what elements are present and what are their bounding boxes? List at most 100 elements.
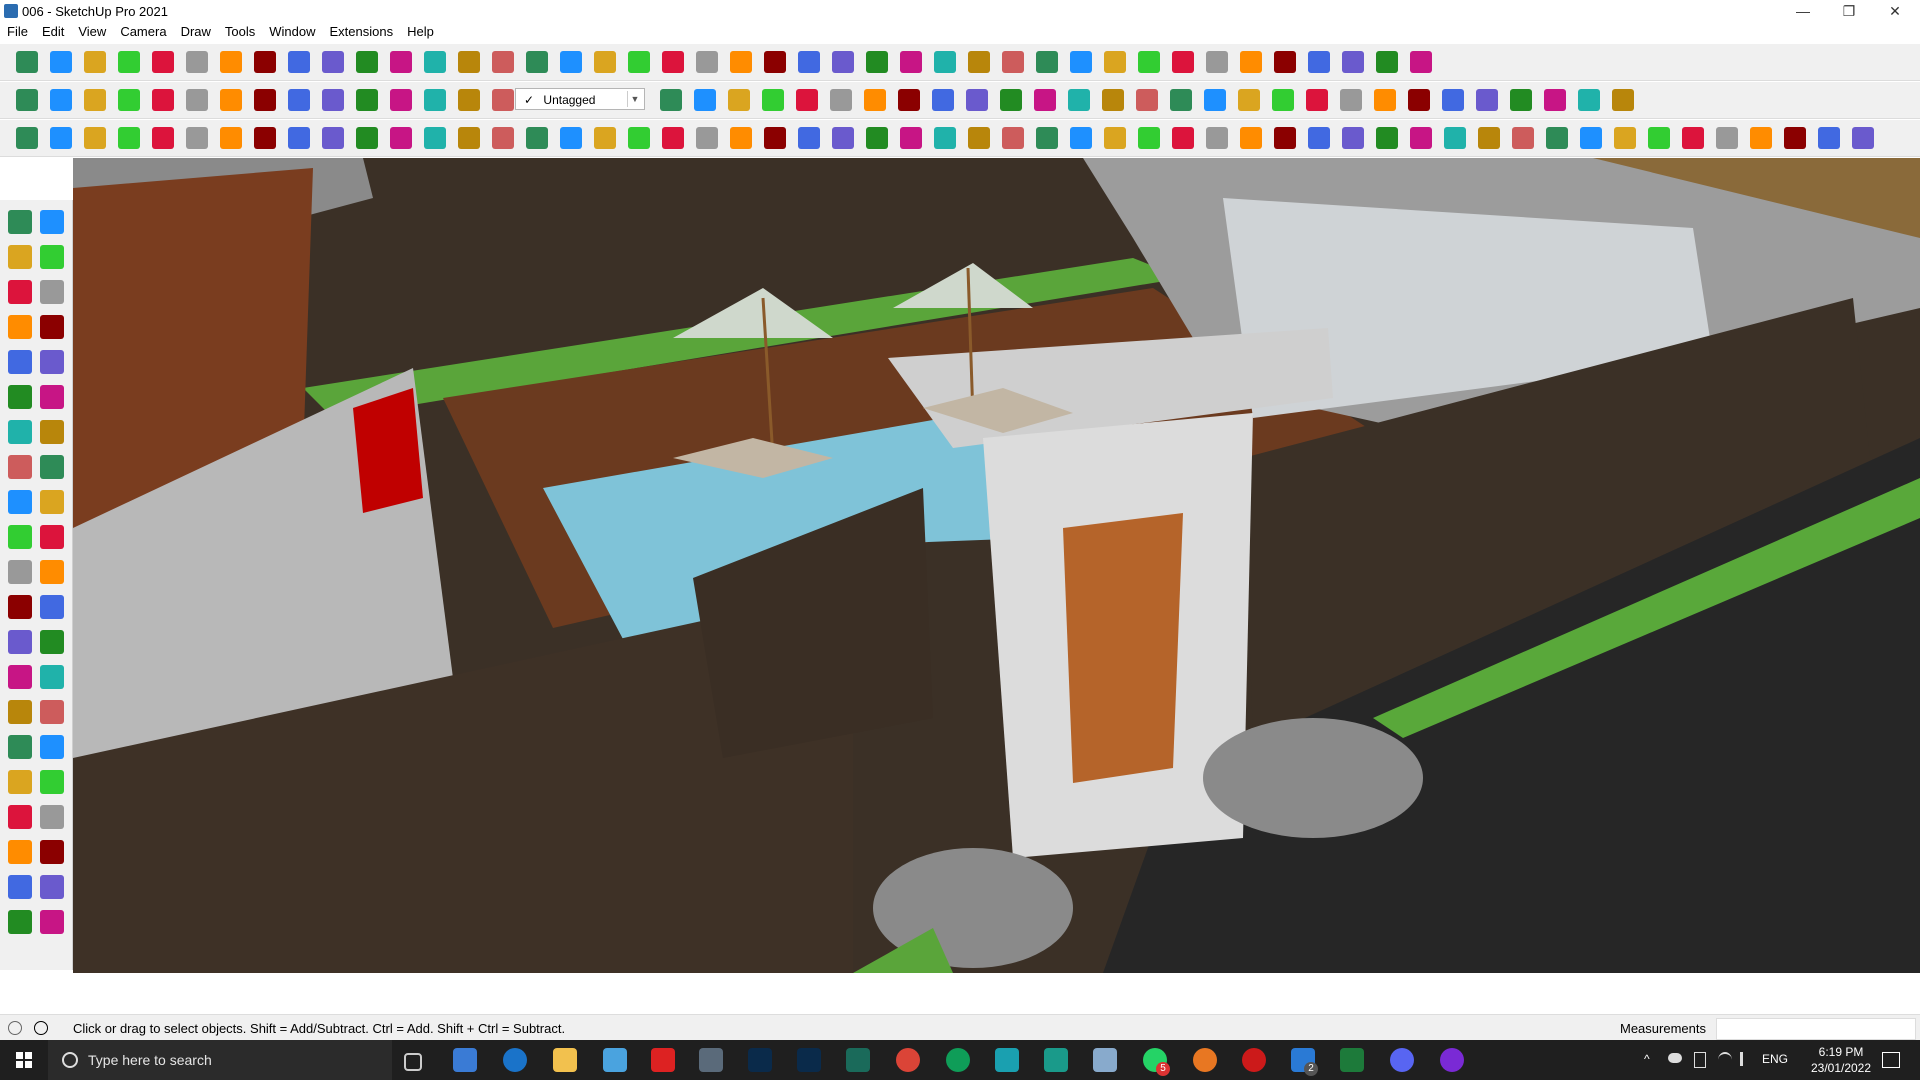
palette-tool-icon[interactable]: [40, 805, 64, 829]
toolbar-tool-icon[interactable]: [798, 127, 820, 149]
toolbar-tool-icon[interactable]: [1648, 127, 1670, 149]
toolbar-tool-icon[interactable]: [1342, 127, 1364, 149]
toolbar-tool-icon[interactable]: [662, 51, 684, 73]
palette-tool-icon[interactable]: [8, 770, 32, 794]
toolbar-tool-icon[interactable]: [1274, 51, 1296, 73]
toolbar-tool-icon[interactable]: [728, 89, 750, 111]
toolbar-tool-icon[interactable]: [968, 127, 990, 149]
toolbar-tool-icon[interactable]: [1306, 89, 1328, 111]
app-icon-3[interactable]: [1044, 1048, 1068, 1072]
palette-tool-icon[interactable]: [40, 490, 64, 514]
palette-tool-icon[interactable]: [40, 595, 64, 619]
tray-expand-icon[interactable]: ^: [1644, 1052, 1650, 1066]
palette-tool-icon[interactable]: [8, 630, 32, 654]
palette-tool-icon[interactable]: [8, 735, 32, 759]
toolbar-tool-icon[interactable]: [1070, 51, 1092, 73]
toolbar-tool-icon[interactable]: [50, 89, 72, 111]
toolbar-tool-icon[interactable]: [220, 51, 242, 73]
toolbar-tool-icon[interactable]: [424, 51, 446, 73]
app-icon-green[interactable]: [846, 1048, 870, 1072]
toolbar-tool-icon[interactable]: [696, 51, 718, 73]
toolbar-tool-icon[interactable]: [186, 51, 208, 73]
toolbar-tool-icon[interactable]: [1342, 51, 1364, 73]
toolbar-tool-icon[interactable]: [1476, 89, 1498, 111]
toolbar-tool-icon[interactable]: [1272, 89, 1294, 111]
minimize-button[interactable]: —: [1780, 0, 1826, 22]
toolbar-tool-icon[interactable]: [1240, 51, 1262, 73]
toolbar-tool-icon[interactable]: [932, 89, 954, 111]
palette-tool-icon[interactable]: [40, 665, 64, 689]
discord-icon[interactable]: [1390, 1048, 1414, 1072]
menu-file[interactable]: File: [0, 22, 35, 42]
palette-tool-icon[interactable]: [8, 490, 32, 514]
toolbar-tool-icon[interactable]: [50, 127, 72, 149]
toolbar-tool-icon[interactable]: [1240, 127, 1262, 149]
toolbar-tool-icon[interactable]: [492, 89, 514, 111]
palette-tool-icon[interactable]: [8, 665, 32, 689]
toolbar-tool-icon[interactable]: [356, 89, 378, 111]
toolbar-tool-icon[interactable]: [1408, 89, 1430, 111]
palette-tool-icon[interactable]: [40, 875, 64, 899]
toolbar-tool-icon[interactable]: [288, 51, 310, 73]
toolbar-tool-icon[interactable]: [1002, 127, 1024, 149]
toolbar-tool-icon[interactable]: [968, 51, 990, 73]
toolbar-tool-icon[interactable]: [1138, 51, 1160, 73]
language-indicator[interactable]: ENG: [1762, 1052, 1788, 1066]
palette-tool-icon[interactable]: [40, 840, 64, 864]
toolbar-tool-icon[interactable]: [832, 127, 854, 149]
photoshop-icon[interactable]: [748, 1048, 772, 1072]
palette-tool-icon[interactable]: [8, 350, 32, 374]
toolbar-tool-icon[interactable]: [390, 51, 412, 73]
calculator-icon[interactable]: [453, 1048, 477, 1072]
app-icon-purple[interactable]: [1440, 1048, 1464, 1072]
toolbar-tool-icon[interactable]: [696, 127, 718, 149]
toolbar-tool-icon[interactable]: [662, 127, 684, 149]
palette-tool-icon[interactable]: [8, 280, 32, 304]
toolbar-tool-icon[interactable]: [1172, 127, 1194, 149]
toolbar-tool-icon[interactable]: [966, 89, 988, 111]
toolbar-tool-icon[interactable]: [660, 89, 682, 111]
toolbar-tool-icon[interactable]: [186, 89, 208, 111]
clock[interactable]: 6:19 PM 23/01/2022: [1806, 1044, 1876, 1076]
toolbar-tool-icon[interactable]: [1578, 89, 1600, 111]
palette-tool-icon[interactable]: [8, 595, 32, 619]
acrobat-icon[interactable]: [651, 1048, 675, 1072]
windows-start-icon[interactable]: [0, 1040, 48, 1080]
toolbar-tool-icon[interactable]: [186, 127, 208, 149]
palette-tool-icon[interactable]: [40, 910, 64, 934]
toolbar-tool-icon[interactable]: [1070, 127, 1092, 149]
toolbar-tool-icon[interactable]: [16, 89, 38, 111]
toolbar-tool-icon[interactable]: [254, 51, 276, 73]
toolbar-tool-icon[interactable]: [762, 89, 784, 111]
palette-tool-icon[interactable]: [8, 455, 32, 479]
toolbar-tool-icon[interactable]: [1750, 127, 1772, 149]
toolbar-tool-icon[interactable]: [1206, 51, 1228, 73]
toolbar-tool-icon[interactable]: [934, 51, 956, 73]
toolbar-tool-icon[interactable]: [1444, 127, 1466, 149]
toolbar-tool-icon[interactable]: [1852, 127, 1874, 149]
toolbar-tool-icon[interactable]: [152, 127, 174, 149]
toolbar-tool-icon[interactable]: [390, 127, 412, 149]
menu-extensions[interactable]: Extensions: [323, 22, 401, 42]
toolbar-tool-icon[interactable]: [1138, 127, 1160, 149]
toolbar-tool-icon[interactable]: [1510, 89, 1532, 111]
toolbar-tool-icon[interactable]: [1612, 89, 1634, 111]
toolbar-tool-icon[interactable]: [764, 127, 786, 149]
toolbar-tool-icon[interactable]: [390, 89, 412, 111]
toolbar-tool-icon[interactable]: [1374, 89, 1396, 111]
palette-tool-icon[interactable]: [40, 245, 64, 269]
toolbar-tool-icon[interactable]: [594, 127, 616, 149]
toolbar-tool-icon[interactable]: [492, 127, 514, 149]
battery-icon[interactable]: [1694, 1052, 1706, 1068]
toolbar-tool-icon[interactable]: [934, 127, 956, 149]
toolbar-tool-icon[interactable]: [1442, 89, 1464, 111]
close-button[interactable]: ✕: [1872, 0, 1918, 22]
palette-tool-icon[interactable]: [8, 560, 32, 584]
toolbar-tool-icon[interactable]: [458, 89, 480, 111]
toolbar-tool-icon[interactable]: [152, 51, 174, 73]
measurements-input[interactable]: [1716, 1018, 1916, 1040]
toolbar-tool-icon[interactable]: [1170, 89, 1192, 111]
toolbar-tool-icon[interactable]: [1238, 89, 1260, 111]
palette-tool-icon[interactable]: [8, 805, 32, 829]
toolbar-tool-icon[interactable]: [628, 51, 650, 73]
